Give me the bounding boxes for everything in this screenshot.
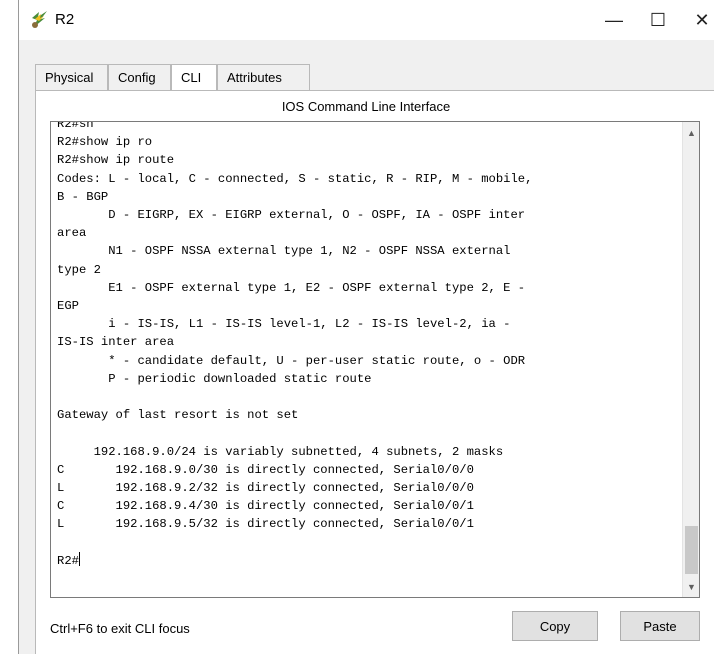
window-title: R2 bbox=[55, 11, 75, 28]
terminal-line: C 192.168.9.0/30 is directly connected, … bbox=[57, 462, 474, 477]
maximize-button[interactable]: ☐ bbox=[643, 6, 673, 34]
terminal-line: Codes: L - local, C - connected, S - sta… bbox=[57, 171, 533, 186]
terminal-line: Gateway of last resort is not set bbox=[57, 408, 299, 423]
tab-cli[interactable]: CLI bbox=[171, 64, 217, 92]
scroll-down-arrow-icon[interactable]: ▼ bbox=[683, 578, 699, 595]
panel-title: IOS Command Line Interface bbox=[281, 99, 451, 114]
terminal-line: IS-IS inter area bbox=[57, 335, 175, 350]
terminal-line: D - EIGRP, EX - EIGRP external, O - OSPF… bbox=[57, 208, 526, 223]
terminal-line: C 192.168.9.4/30 is directly connected, … bbox=[57, 499, 474, 514]
terminal-lines: R2#sh R2#show ip ro R2#show ip route Cod… bbox=[57, 121, 533, 532]
terminal-line: R2#show ip route bbox=[57, 153, 175, 168]
content-area: Physical Config CLI Attributes IOS Comma… bbox=[19, 40, 714, 654]
scroll-thumb[interactable] bbox=[685, 526, 698, 574]
terminal-line: L 192.168.9.2/32 is directly connected, … bbox=[57, 481, 474, 496]
terminal-line: L 192.168.9.5/32 is directly connected, … bbox=[57, 517, 474, 532]
vertical-scrollbar[interactable]: ▲ ▼ bbox=[682, 122, 699, 597]
scroll-up-arrow-icon[interactable]: ▲ bbox=[683, 124, 699, 141]
close-button[interactable]: ✕ bbox=[687, 6, 714, 34]
terminal-line: area bbox=[57, 226, 87, 241]
copy-button[interactable]: Copy bbox=[512, 611, 598, 641]
terminal-line: B - BGP bbox=[57, 189, 109, 204]
router-window: R2 — ☐ ✕ Physical Config CLI Attributes … bbox=[18, 0, 714, 654]
minimize-button[interactable]: — bbox=[599, 6, 629, 34]
terminal-prompt: R2# bbox=[57, 553, 79, 568]
text-cursor bbox=[78, 551, 80, 566]
paste-button[interactable]: Paste bbox=[620, 611, 700, 641]
terminal-line: R2#sh bbox=[57, 121, 94, 131]
title-bar: R2 — ☐ ✕ bbox=[19, 0, 714, 40]
minimize-icon: — bbox=[605, 9, 623, 30]
exit-focus-hint: Ctrl+F6 to exit CLI focus bbox=[50, 621, 190, 636]
terminal-line: i - IS-IS, L1 - IS-IS level-1, L2 - IS-I… bbox=[57, 317, 511, 332]
tab-physical[interactable]: Physical bbox=[35, 64, 108, 91]
terminal-line: P - periodic downloaded static route bbox=[57, 371, 372, 386]
tab-attributes[interactable]: Attributes bbox=[217, 64, 310, 91]
terminal-line: 192.168.9.0/24 is variably subnetted, 4 … bbox=[57, 444, 504, 459]
cli-panel: IOS Command Line Interface R2#sh R2#show… bbox=[35, 90, 714, 654]
tab-config[interactable]: Config bbox=[108, 64, 171, 91]
terminal-line: R2#show ip ro bbox=[57, 135, 153, 150]
terminal-line: E1 - OSPF external type 1, E2 - OSPF ext… bbox=[57, 280, 526, 295]
terminal-line: EGP bbox=[57, 299, 79, 314]
cli-terminal[interactable]: R2#sh R2#show ip ro R2#show ip route Cod… bbox=[50, 121, 700, 598]
maximize-icon: ☐ bbox=[649, 9, 667, 30]
router-icon bbox=[32, 11, 47, 28]
close-icon: ✕ bbox=[694, 9, 710, 30]
terminal-line: N1 - OSPF NSSA external type 1, N2 - OSP… bbox=[57, 244, 511, 259]
terminal-line: * - candidate default, U - per-user stat… bbox=[57, 353, 526, 368]
terminal-line: type 2 bbox=[57, 262, 101, 277]
terminal-output: R2#sh R2#show ip ro R2#show ip route Cod… bbox=[57, 121, 679, 570]
